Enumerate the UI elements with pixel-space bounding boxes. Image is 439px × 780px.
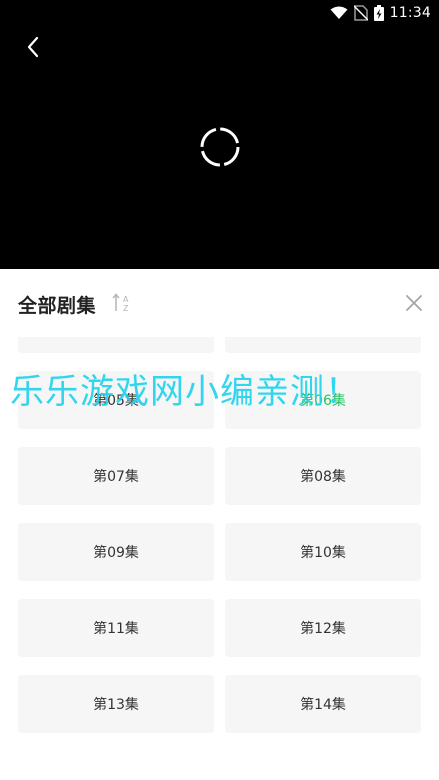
episode-label: 第12集 bbox=[300, 621, 346, 637]
status-bar: 11:34 bbox=[0, 0, 439, 26]
back-button[interactable] bbox=[20, 34, 46, 60]
watermark-text: 乐乐游戏网小编亲测！ bbox=[10, 372, 360, 412]
sort-button[interactable]: A Z bbox=[110, 291, 134, 315]
close-button[interactable] bbox=[402, 291, 426, 315]
episode-label: 第13集 bbox=[93, 697, 139, 713]
episode-label: 第08集 bbox=[300, 469, 346, 485]
episode-card[interactable]: 第12集 bbox=[225, 599, 421, 657]
chevron-left-icon bbox=[27, 36, 39, 58]
episode-card[interactable]: 第10集 bbox=[225, 523, 421, 581]
episode-sheet: 第03集第04集第05集第06集第07集第08集第09集第10集第11集第12集… bbox=[0, 269, 439, 780]
episode-label: 第14集 bbox=[300, 697, 346, 713]
episode-grid[interactable]: 第03集第04集第05集第06集第07集第08集第09集第10集第11集第12集… bbox=[0, 269, 439, 780]
sheet-header: 全部剧集 A Z bbox=[0, 269, 439, 337]
episode-card[interactable]: 第08集 bbox=[225, 447, 421, 505]
close-icon bbox=[406, 295, 422, 311]
no-sim-icon bbox=[353, 5, 368, 21]
svg-text:Z: Z bbox=[123, 304, 129, 313]
episode-card[interactable]: 第09集 bbox=[18, 523, 214, 581]
episode-label: 第10集 bbox=[300, 545, 346, 561]
sheet-title: 全部剧集 bbox=[18, 295, 97, 317]
episode-label: 第11集 bbox=[93, 621, 139, 637]
episode-label: 第07集 bbox=[93, 469, 139, 485]
episode-card[interactable]: 第13集 bbox=[18, 675, 214, 733]
sort-az-icon: A Z bbox=[112, 293, 129, 313]
video-player[interactable]: 11:34 bbox=[0, 0, 439, 269]
wifi-icon bbox=[330, 6, 348, 20]
episode-card[interactable]: 第14集 bbox=[225, 675, 421, 733]
episode-label: 第09集 bbox=[93, 545, 139, 561]
battery-charging-icon bbox=[373, 5, 384, 21]
status-time: 11:34 bbox=[389, 5, 431, 21]
loading-spinner-icon bbox=[200, 127, 240, 167]
episode-card[interactable]: 第11集 bbox=[18, 599, 214, 657]
episode-card[interactable]: 第07集 bbox=[18, 447, 214, 505]
svg-text:A: A bbox=[123, 295, 129, 304]
